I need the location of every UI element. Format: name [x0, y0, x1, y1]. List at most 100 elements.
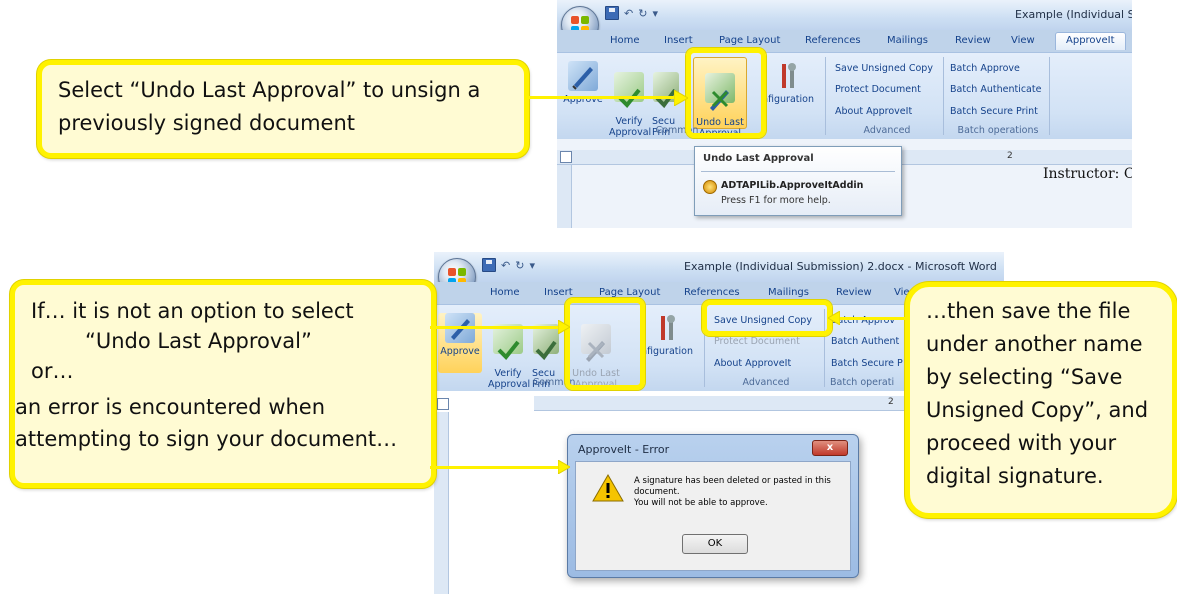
callout-text-line: by selecting “Save [926, 365, 1123, 389]
save-icon[interactable] [482, 258, 496, 272]
callout-connector-line [528, 96, 678, 99]
undo-approval-highlight [686, 48, 766, 138]
tab-mailings[interactable]: Mailings [768, 287, 809, 298]
tooltip-title: Undo Last Approval [703, 153, 814, 164]
callout-text-line: digital signature. [926, 464, 1104, 488]
protect-document-item[interactable]: Protect Document [714, 336, 800, 347]
group-batch-label: Batch operations [957, 125, 1039, 136]
callout-arrow-icon [558, 320, 570, 334]
ruler-corner-icon[interactable] [560, 151, 572, 163]
save-unsigned-copy-item[interactable]: Save Unsigned Copy [835, 63, 933, 74]
tooltip-addin-name: ADTAPILib.ApproveItAddin [721, 180, 864, 191]
save-unsigned-copy-highlight [702, 300, 832, 336]
callout-text-line: previously signed document [58, 111, 356, 135]
group-separator [943, 57, 944, 135]
configuration-label: nfiguration [641, 346, 693, 357]
undo-approval-tooltip: Undo Last Approval ADTAPILib.ApproveItAd… [694, 146, 902, 216]
tab-review[interactable]: Review [955, 35, 991, 46]
tab-approveit[interactable]: ApproveIt [1055, 32, 1126, 50]
save-icon[interactable] [605, 6, 619, 20]
group-batch-label: Batch operati [830, 377, 895, 388]
error-dialog: ApproveIt - Error x A signature has been… [567, 434, 859, 578]
document-text: Instructor: C [1043, 166, 1132, 182]
undo-approval-disabled-highlight [565, 298, 645, 390]
configuration-tools-icon [652, 313, 682, 343]
ruler-corner-icon[interactable] [437, 398, 449, 410]
window-title: Example (Individual Submission) 2.docx -… [684, 260, 997, 273]
batch-approve-item[interactable]: Batch Approve [950, 63, 1020, 74]
tab-mailings[interactable]: Mailings [887, 35, 928, 46]
dialog-message-line: document. [634, 487, 680, 497]
callout-text-line: an error is encountered when [15, 395, 326, 419]
callout-save-unsigned: …then save the file under another name b… [905, 282, 1177, 518]
approve-label: Approve [440, 346, 480, 357]
tab-page-layout[interactable]: Page Layout [719, 35, 780, 46]
tab-insert[interactable]: Insert [544, 287, 573, 298]
tab-page-layout[interactable]: Page Layout [599, 287, 660, 298]
customize-qat-icon[interactable]: ▾ [529, 259, 535, 272]
callout-connector-line [430, 466, 562, 469]
about-approveit-item[interactable]: About ApproveIt [714, 358, 791, 369]
callout-arrow-icon [674, 90, 688, 106]
tooltip-help-text: Press F1 for more help. [721, 195, 831, 206]
batch-secure-print-item[interactable]: Batch Secure P [831, 358, 903, 369]
callout-text-line: attempting to sign your document… [15, 427, 398, 451]
ruler-number: 2 [1007, 151, 1013, 161]
customize-qat-icon[interactable]: ▾ [652, 7, 658, 20]
callout-text-line: Unsigned Copy”, and [926, 398, 1149, 422]
vertical-ruler [557, 165, 572, 228]
batch-secure-print-item[interactable]: Batch Secure Print [950, 106, 1038, 117]
warning-icon [592, 474, 624, 502]
callout-connector-line [430, 326, 562, 329]
tab-references[interactable]: References [805, 35, 861, 46]
callout-undo-instruction: Select “Undo Last Approval” to unsign a … [37, 60, 529, 158]
callout-text-line: or… [31, 359, 74, 383]
callout-text-line: under another name [926, 332, 1143, 356]
configuration-tools-icon [773, 61, 803, 91]
callout-if-error: If… it is not an option to select “Undo … [10, 280, 436, 488]
quick-access-toolbar: ↶ ↻ ▾ [605, 6, 658, 20]
group-advanced-label: Advanced [742, 377, 790, 388]
tab-references[interactable]: References [684, 287, 740, 298]
batch-authenticate-item[interactable]: Batch Authenticate [950, 84, 1041, 95]
tab-insert[interactable]: Insert [664, 35, 693, 46]
redo-icon[interactable]: ↻ [638, 7, 647, 20]
callout-text-line: If… it is not an option to select [31, 299, 354, 323]
ruler-number: 2 [888, 397, 894, 407]
tab-home[interactable]: Home [490, 287, 520, 298]
tooltip-divider [701, 171, 895, 172]
batch-authenticate-item[interactable]: Batch Authent [831, 336, 899, 347]
callout-arrow-icon [558, 460, 570, 474]
ok-button[interactable]: OK [682, 534, 748, 554]
callout-text-line: Select “Undo Last Approval” to unsign a [58, 78, 481, 102]
approve-pen-icon [568, 61, 598, 91]
group-separator [825, 57, 826, 135]
tab-home[interactable]: Home [610, 35, 640, 46]
callout-text-line: …then save the file [926, 299, 1131, 323]
tab-review[interactable]: Review [836, 287, 872, 298]
dialog-close-button[interactable]: x [812, 440, 848, 456]
tab-view[interactable]: View [1011, 35, 1035, 46]
callout-text-line: “Undo Last Approval” [85, 329, 312, 353]
configuration-label: nfiguration [762, 94, 814, 105]
ribbon-tabs: Home Insert Page Layout References Maili… [557, 30, 1132, 52]
quick-access-toolbar: ↶ ↻ ▾ [482, 258, 535, 272]
about-approveit-item[interactable]: About ApproveIt [835, 106, 912, 117]
window-title: Example (Individual Subr [1015, 8, 1132, 21]
callout-connector-line [838, 317, 908, 320]
dialog-body: A signature has been deleted or pasted i… [575, 461, 851, 571]
approve-button[interactable]: Approve [438, 313, 482, 373]
protect-document-item[interactable]: Protect Document [835, 84, 921, 95]
addin-gear-icon [703, 180, 717, 194]
dialog-message-line: A signature has been deleted or pasted i… [634, 476, 831, 486]
dialog-title: ApproveIt - Error [578, 443, 670, 456]
redo-icon[interactable]: ↻ [515, 259, 524, 272]
group-advanced-label: Advanced [863, 125, 911, 136]
callout-text-line: proceed with your [926, 431, 1117, 455]
undo-icon[interactable]: ↶ [624, 7, 633, 20]
dialog-message-line: You will not be able to approve. [634, 498, 768, 508]
callout-arrow-icon [828, 311, 840, 325]
undo-icon[interactable]: ↶ [501, 259, 510, 272]
vertical-ruler [434, 412, 449, 594]
group-separator [1049, 57, 1050, 135]
